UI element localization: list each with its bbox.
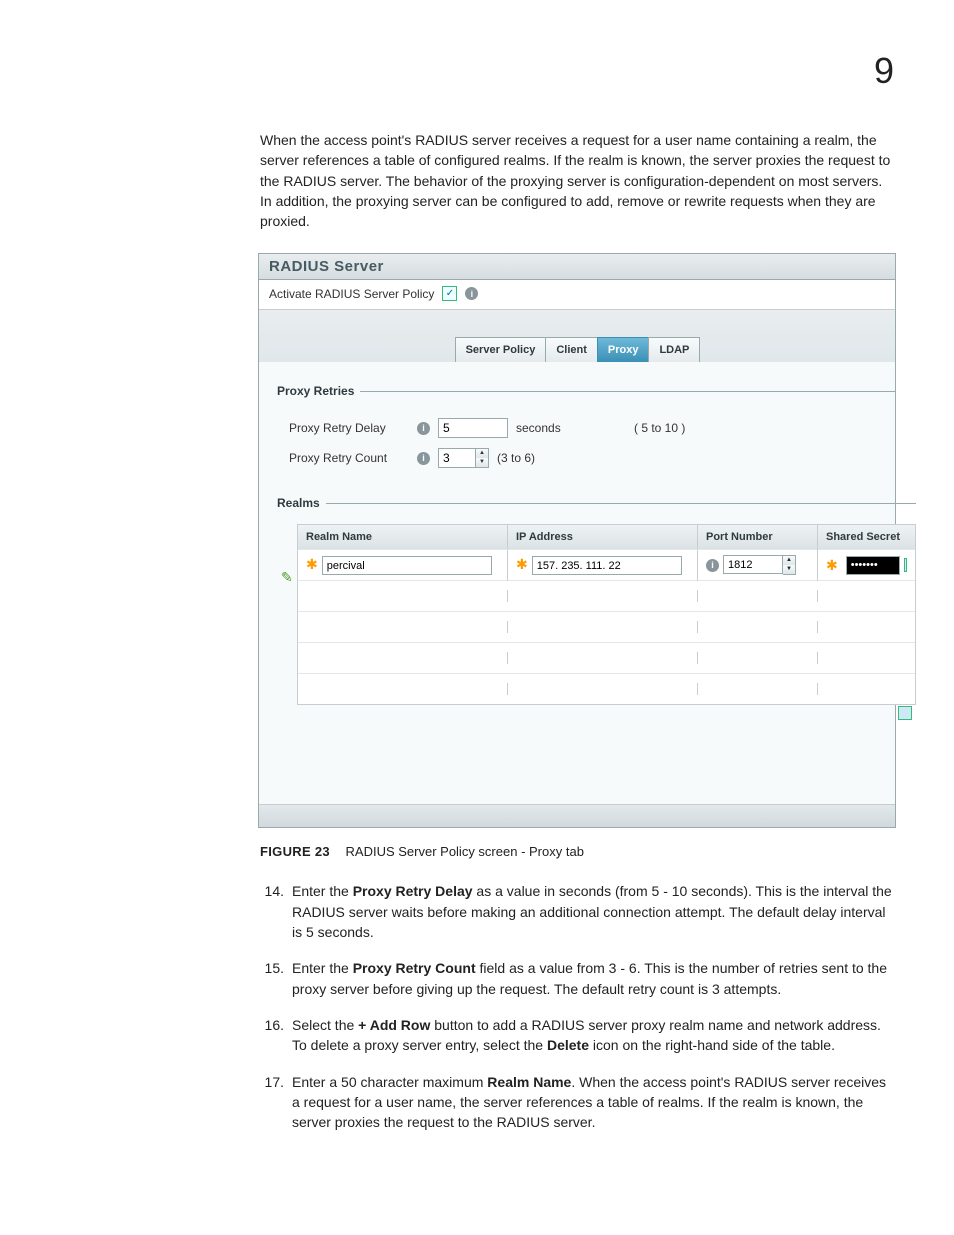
proxy-retry-count-range: (3 to 6) [497,451,535,465]
panel-title: RADIUS Server [259,254,895,280]
tab-client[interactable]: Client [545,337,598,362]
step-17: 17.Enter a 50 character maximum Realm Na… [260,1072,894,1133]
table-row [298,673,915,704]
realms-legend: Realms [277,496,326,510]
realms-table: Realm Name IP Address Port Number Shared… [297,524,916,705]
realm-name-input[interactable] [322,556,492,575]
spinner-up-icon[interactable]: ▲ [783,556,795,565]
intro-paragraph: When the access point's RADIUS server re… [260,130,894,231]
info-icon[interactable]: i [417,452,430,465]
proxy-retry-count-input[interactable] [438,448,476,468]
port-input[interactable] [723,555,783,574]
col-ip-address: IP Address [508,525,698,549]
proxy-retries-legend: Proxy Retries [277,384,360,398]
tab-server-policy[interactable]: Server Policy [455,337,547,362]
spinner-down-icon[interactable]: ▼ [476,458,488,467]
tab-proxy[interactable]: Proxy [597,337,650,362]
table-row [298,611,915,642]
proxy-retry-count-label: Proxy Retry Count [289,451,409,465]
tab-bar: Server Policy Client Proxy LDAP [259,309,895,362]
figure-title: RADIUS Server Policy screen - Proxy tab [346,844,584,859]
col-port-number: Port Number [698,525,818,549]
table-row: ✱ ✱ i ▲▼ ✱ [298,549,915,580]
step-14: 14.Enter the Proxy Retry Delay as a valu… [260,881,894,942]
proxy-retry-delay-input[interactable] [438,418,508,438]
proxy-retry-count-spinner[interactable]: ▲▼ [438,448,489,468]
required-star-icon: ✱ [516,556,528,572]
proxy-retry-delay-unit: seconds [516,421,566,435]
step-15: 15.Enter the Proxy Retry Count field as … [260,958,894,999]
table-row [298,642,915,673]
info-icon[interactable]: i [465,287,478,300]
shared-secret-input[interactable] [846,556,900,575]
table-row [298,580,915,611]
proxy-retries-group: Proxy Retries Proxy Retry Delay i second… [277,384,895,478]
tab-ldap[interactable]: LDAP [648,337,700,362]
figure-caption: FIGURE 23 RADIUS Server Policy screen - … [260,844,894,859]
screenshot-radius-server: RADIUS Server Activate RADIUS Server Pol… [258,253,896,828]
required-star-icon: ✱ [306,556,318,572]
col-shared-secret: Shared Secret [818,525,915,549]
proxy-retry-delay-label: Proxy Retry Delay [289,421,409,435]
spinner-down-icon[interactable]: ▼ [783,565,795,574]
corner-checkbox[interactable] [898,706,912,720]
step-16: 16.Select the + Add Row button to add a … [260,1015,894,1056]
realms-group: Realms Realm Name IP Address Port Number… [277,496,916,720]
edit-icon[interactable]: ✎ [277,569,297,586]
required-star-icon: ✱ [826,557,838,574]
page-number: 9 [874,50,894,92]
spinner-up-icon[interactable]: ▲ [476,449,488,458]
info-icon[interactable]: i [706,559,719,572]
panel-footer [259,804,895,827]
activate-checkbox[interactable]: ✓ [442,286,457,301]
activate-label: Activate RADIUS Server Policy [269,287,434,301]
proxy-retry-delay-range: ( 5 to 10 ) [634,421,685,435]
figure-number: FIGURE 23 [260,844,330,859]
port-spinner[interactable]: ▲▼ [723,555,796,575]
info-icon[interactable]: i [417,422,430,435]
ip-address-input[interactable] [532,556,682,575]
show-secret-checkbox[interactable] [904,558,907,572]
col-realm-name: Realm Name [298,525,508,549]
